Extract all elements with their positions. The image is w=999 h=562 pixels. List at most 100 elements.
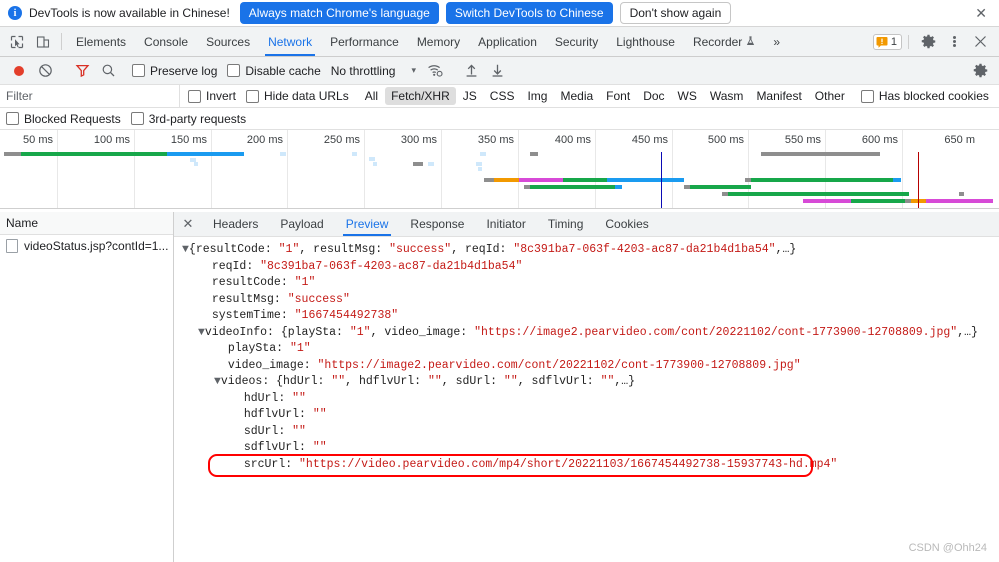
json-key: hdUrl: [243, 391, 293, 405]
type-filter-font[interactable]: Font [600, 87, 636, 105]
disclosure-triangle-icon[interactable]: ▼ [214, 375, 221, 388]
json-value: "1" [278, 243, 300, 256]
notice-message: DevTools is now available in Chinese! [29, 6, 230, 20]
tab-elements[interactable]: Elements [67, 27, 135, 56]
json-preview-viewer[interactable]: ▼{resultCode: "1", resultMsg: "success",… [174, 237, 999, 562]
json-key: sdUrl: [243, 424, 293, 438]
clear-icon[interactable] [32, 63, 58, 78]
gear-icon[interactable] [967, 63, 993, 78]
tab-timing[interactable]: Timing [537, 212, 595, 236]
tab-cookies[interactable]: Cookies [594, 212, 659, 236]
json-preview-line[interactable]: ▼videoInfo: {playSta: "1", video_image: … [182, 325, 999, 342]
json-key: videos: { [220, 375, 284, 388]
json-value: "" [427, 375, 442, 388]
tab-application[interactable]: Application [469, 27, 546, 56]
tab-performance[interactable]: Performance [321, 27, 408, 56]
type-filter-fetch-xhr[interactable]: Fetch/XHR [385, 87, 456, 105]
json-value: "success" [389, 243, 452, 256]
timeline-request-bar [484, 178, 494, 182]
filter-input[interactable] [0, 85, 179, 107]
json-preview-line: video_image: "https://image2.pearvideo.c… [182, 358, 999, 375]
tab-console[interactable]: Console [135, 27, 197, 56]
close-devtools-icon[interactable] [967, 35, 993, 48]
network-timeline-overview[interactable]: 50 ms 100 ms 150 ms 200 ms 250 ms 300 ms 350 m… [0, 130, 999, 209]
close-detail-icon[interactable]: ✕ [174, 212, 202, 236]
tab-recorder[interactable]: Recorder [684, 27, 764, 56]
tab-initiator[interactable]: Initiator [475, 212, 536, 236]
type-filter-wasm[interactable]: Wasm [704, 87, 750, 105]
timeline-request-bar [351, 152, 358, 156]
always-match-language-button[interactable]: Always match Chrome's language [239, 2, 439, 24]
requests-column-header[interactable]: Name [0, 212, 173, 235]
disable-cache-checkbox[interactable]: Disable cache [227, 64, 321, 78]
export-har-icon[interactable] [485, 63, 511, 78]
record-stop-icon[interactable] [6, 63, 32, 79]
json-key: srcUrl: [243, 457, 300, 471]
search-icon[interactable] [95, 63, 121, 78]
third-party-requests-label: 3rd-party requests [148, 111, 247, 126]
filter-funnel-icon[interactable] [69, 63, 95, 78]
timeline-request-bar [493, 178, 519, 182]
blocked-requests-checkbox[interactable]: Blocked Requests [6, 112, 121, 126]
json-value: "" [292, 391, 306, 405]
load-event-marker [918, 152, 919, 208]
devtools-language-notice-bar: i DevTools is now available in Chinese! … [0, 0, 999, 27]
tab-headers[interactable]: Headers [202, 212, 269, 236]
network-filter-row: Invert Hide data URLs All Fetch/XHR JS C… [0, 85, 999, 108]
device-toolbar-icon[interactable] [30, 27, 56, 56]
tab-sources[interactable]: Sources [197, 27, 259, 56]
type-filter-all[interactable]: All [359, 87, 384, 105]
tab-label: Lighthouse [616, 34, 675, 49]
hide-data-urls-checkbox[interactable]: Hide data URLs [246, 89, 349, 103]
type-filter-js[interactable]: JS [457, 87, 483, 105]
inspect-element-icon[interactable] [4, 27, 30, 56]
type-filter-ws[interactable]: WS [672, 87, 703, 105]
network-conditions-icon[interactable] [422, 63, 448, 78]
close-icon[interactable]: ✕ [971, 6, 991, 20]
disclosure-triangle-icon[interactable]: ▼ [182, 243, 189, 256]
timeline-tick-label: 50 ms [23, 134, 53, 146]
gear-icon[interactable] [915, 34, 941, 49]
type-filter-css[interactable]: CSS [484, 87, 521, 105]
has-blocked-cookies-checkbox[interactable]: Has blocked cookies [860, 89, 989, 103]
tab-payload[interactable]: Payload [269, 212, 334, 236]
json-value: "1" [294, 276, 316, 289]
type-filter-media[interactable]: Media [554, 87, 599, 105]
line-indent-spacer [230, 392, 244, 405]
json-key: resultCode: [211, 276, 295, 289]
type-filter-doc[interactable]: Doc [637, 87, 670, 105]
kebab-menu-icon[interactable] [941, 36, 967, 47]
timeline-tick-label: 300 ms [400, 134, 437, 146]
type-filter-manifest[interactable]: Manifest [750, 87, 807, 105]
json-value: "success" [287, 292, 350, 306]
tab-preview[interactable]: Preview [335, 212, 400, 236]
tab-lighthouse[interactable]: Lighthouse [607, 27, 684, 56]
dont-show-again-button[interactable]: Don't show again [619, 2, 732, 24]
warning-count-badge[interactable]: 1 [872, 33, 902, 50]
type-filter-other[interactable]: Other [809, 87, 851, 105]
timeline-tick-label: 650 m [944, 134, 975, 146]
timeline-tick-label: 400 ms [554, 134, 591, 146]
table-row[interactable]: videoStatus.jsp?contId=1... [0, 235, 173, 256]
json-preview-line[interactable]: ▼videos: {hdUrl: "", hdflvUrl: "", sdUrl… [182, 374, 999, 391]
import-har-icon[interactable] [459, 63, 485, 78]
switch-devtools-to-chinese-button[interactable]: Switch DevTools to Chinese [445, 2, 613, 24]
invert-checkbox[interactable]: Invert [188, 89, 236, 103]
tab-response[interactable]: Response [399, 212, 475, 236]
preserve-log-checkbox[interactable]: Preserve log [132, 64, 217, 78]
more-tabs-overflow-button[interactable]: » [764, 27, 789, 56]
json-value: "https://image2.pearvideo.com/cont/20221… [317, 358, 801, 372]
json-preview-line: hdUrl: "" [182, 391, 999, 408]
line-indent-spacer [230, 425, 244, 438]
tab-security[interactable]: Security [546, 27, 607, 56]
disclosure-triangle-icon[interactable]: ▼ [198, 326, 205, 339]
throttling-dropdown[interactable]: No throttling ▾ [331, 64, 416, 78]
json-preview-line: sdUrl: "" [182, 424, 999, 441]
json-preview-line[interactable]: ▼{resultCode: "1", resultMsg: "success",… [182, 242, 999, 259]
tab-memory[interactable]: Memory [408, 27, 469, 56]
type-filter-img[interactable]: Img [521, 87, 553, 105]
third-party-requests-checkbox[interactable]: 3rd-party requests [130, 111, 247, 126]
request-detail-tabbar: ✕ Headers Payload Preview Response Initi… [174, 212, 999, 237]
tab-network[interactable]: Network [259, 27, 321, 56]
timeline-request-bar [368, 157, 375, 161]
